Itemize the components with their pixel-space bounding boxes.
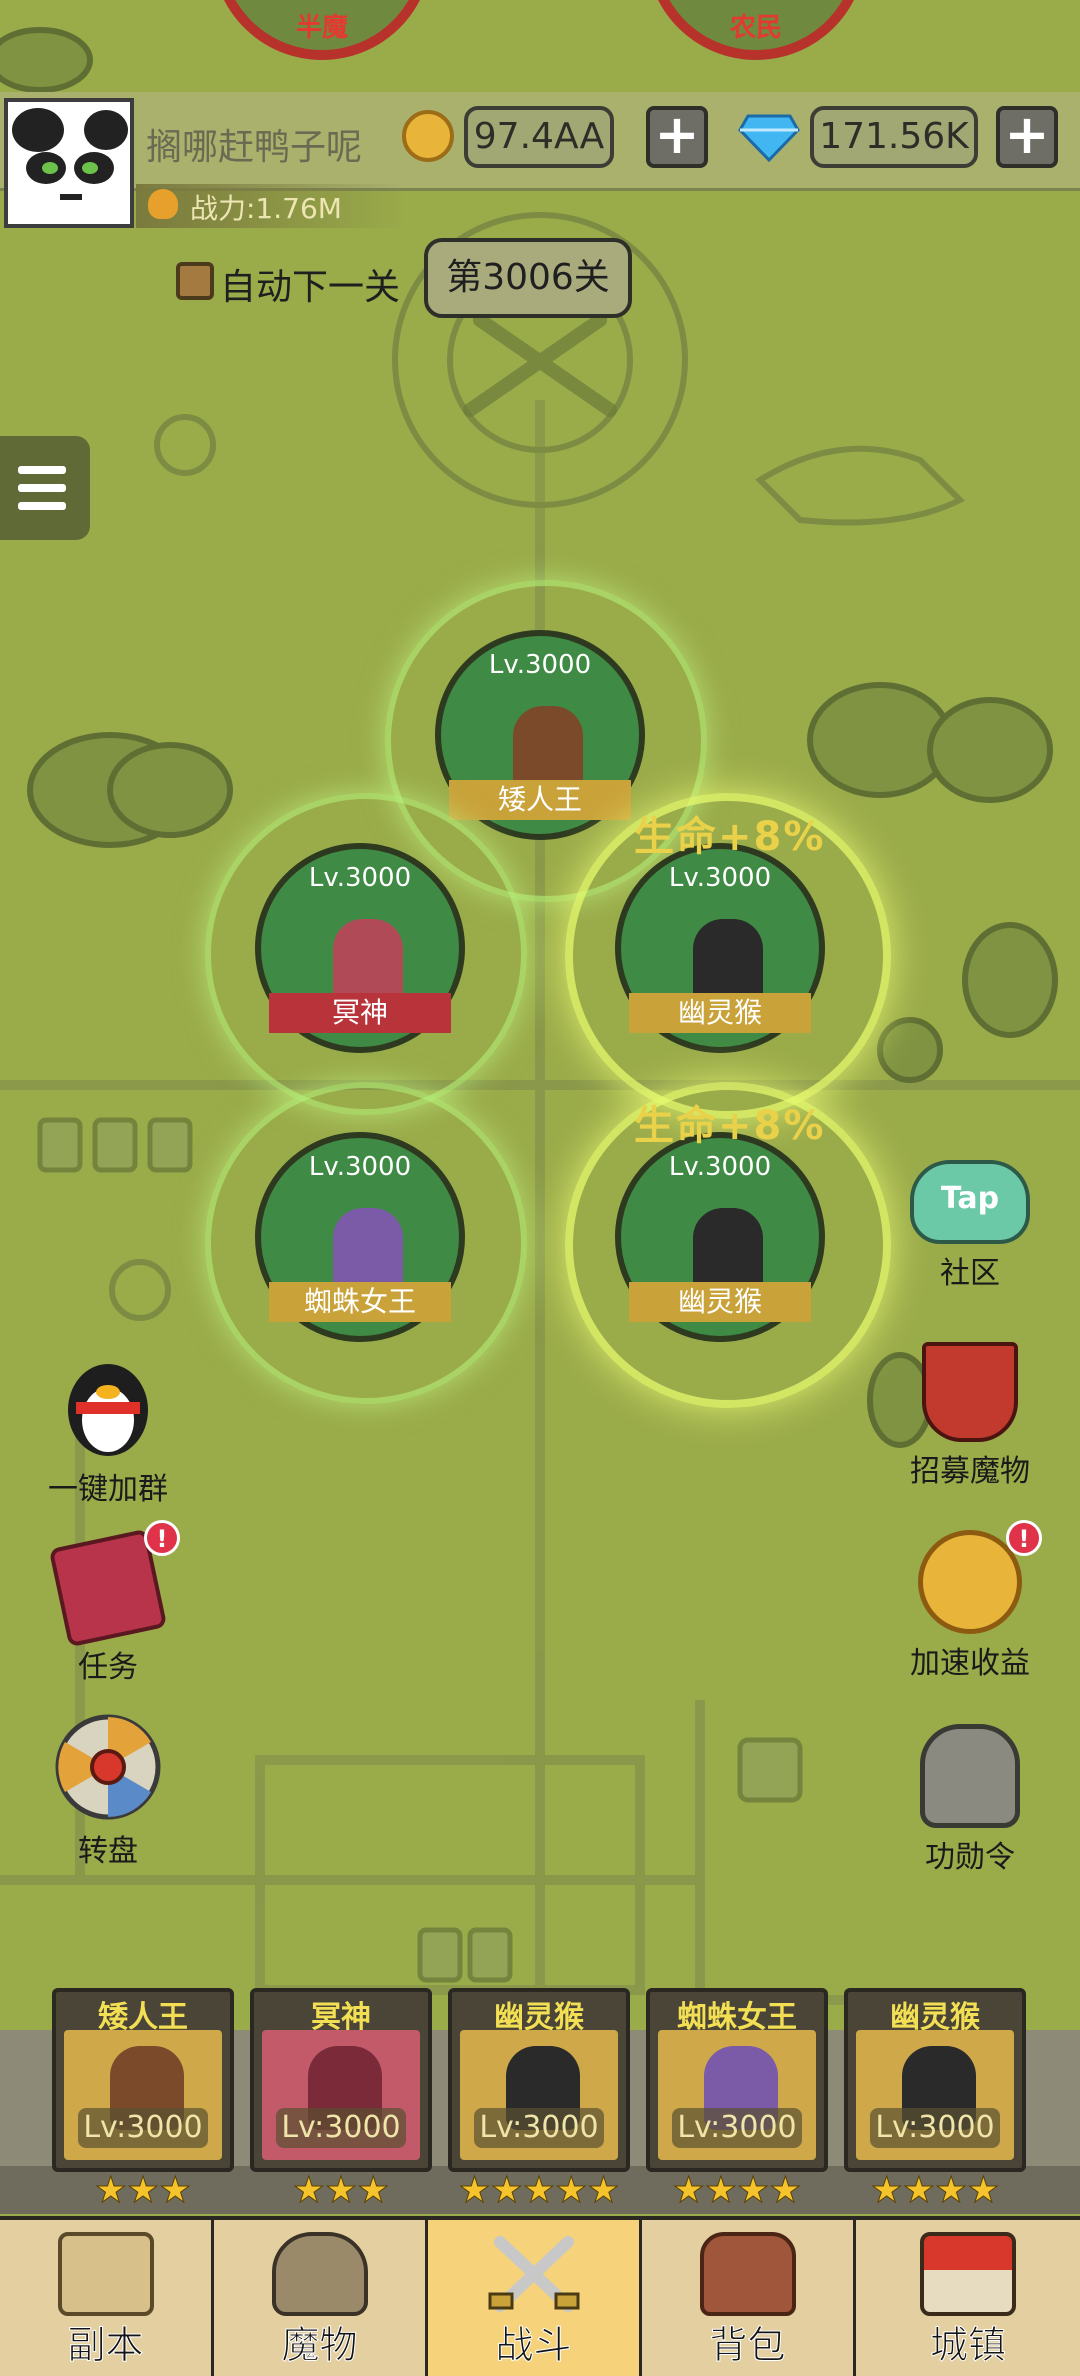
panda-icon: [8, 102, 130, 224]
tab-label: 背包: [709, 2323, 786, 2368]
hero-level: Lv.3000: [488, 650, 592, 680]
lineup-card-level: Lv:3000: [474, 2108, 604, 2148]
lineup-card[interactable]: 幽灵猴 Lv:3000: [448, 1988, 630, 2172]
hero-name-tag: 矮人王: [449, 780, 631, 820]
star-rating: ★★★★: [870, 2170, 1000, 2211]
tab-label: 城镇: [929, 2323, 1006, 2368]
auto-next-label[interactable]: 自动下一关: [220, 258, 400, 310]
formation-slot[interactable]: Lv.3000 冥神: [205, 793, 527, 1115]
crossed-swords-icon: [488, 2236, 579, 2312]
lineup-card-portrait: Lv:3000: [460, 2030, 618, 2160]
wheel-button[interactable]: 转盘: [28, 1712, 188, 1870]
community-label: 社区: [940, 1256, 1000, 1291]
menu-icon-line: [18, 502, 66, 510]
formation-slot[interactable]: Lv.3000 幽灵猴: [565, 793, 891, 1119]
menu-icon-line: [18, 484, 66, 492]
player-name: 搁哪赶鸭子呢: [146, 127, 363, 168]
menu-icon: [18, 466, 66, 474]
hero-name-tag: 蜘蛛女王: [269, 1282, 451, 1322]
recruit-button[interactable]: 招募魔物: [890, 1342, 1050, 1490]
lineup-card[interactable]: 蜘蛛女王 Lv:3000: [646, 1988, 828, 2172]
recruit-label: 招募魔物: [910, 1454, 1030, 1489]
wheel-label: 转盘: [78, 1834, 138, 1869]
merit-order-label: 功勋令: [925, 1840, 1015, 1875]
map-scroll-icon: [57, 2232, 154, 2316]
player-avatar[interactable]: [4, 98, 134, 228]
join-group-button[interactable]: 一键加群: [28, 1350, 188, 1508]
tab-battle[interactable]: 战斗: [428, 2220, 642, 2376]
lineup-card-portrait: Lv:3000: [64, 2030, 222, 2160]
lineup-card[interactable]: 矮人王 Lv:3000: [52, 1988, 234, 2172]
formation-slot[interactable]: Lv.3000 幽灵猴: [565, 1082, 891, 1408]
gold-coin-icon: [402, 110, 454, 162]
lineup-card-level: Lv:3000: [672, 2108, 802, 2148]
tab-label: 副本: [67, 2323, 144, 2368]
stage-button[interactable]: 第3006关: [424, 238, 632, 318]
tab-label: 魔物: [281, 2323, 358, 2368]
hero-name-tag: 冥神: [269, 993, 451, 1033]
hero-level: Lv.3000: [308, 1152, 412, 1182]
monster-helmet-icon: [271, 2232, 368, 2316]
lineup-card-portrait: Lv:3000: [262, 2030, 420, 2160]
menu-button[interactable]: [0, 436, 90, 540]
flame-icon: [148, 189, 178, 219]
enemy-name: 半魔: [295, 13, 348, 43]
tab-town[interactable]: 城镇: [856, 2220, 1080, 2376]
enemy-name: 农民: [729, 13, 782, 43]
lineup-card[interactable]: 幽灵猴 Lv:3000: [844, 1988, 1026, 2172]
helmet-icon: [920, 1724, 1020, 1828]
star-rating: ★★★★: [672, 2170, 802, 2211]
wheel-icon: [55, 1714, 161, 1820]
lineup-card-level: Lv:3000: [276, 2108, 406, 2148]
penguin-icon: [68, 1364, 148, 1456]
tab-label: 战斗: [495, 2323, 572, 2368]
coin-boost-icon: [918, 1530, 1022, 1634]
lineup-card-portrait: Lv:3000: [658, 2030, 816, 2160]
hero-name-tag: 幽灵猴: [629, 1282, 811, 1322]
community-button[interactable]: Tap 社区: [890, 1160, 1050, 1292]
buff-text: 生命+8%: [634, 1103, 826, 1149]
star-rating: ★★★: [94, 2170, 192, 2211]
income-alert-badge: !: [1006, 1520, 1042, 1556]
recruit-banner-icon: [922, 1342, 1018, 1442]
lineup-card-portrait: Lv:3000: [856, 2030, 1014, 2160]
hero-level: Lv.3000: [668, 1152, 772, 1182]
formation-slot[interactable]: Lv.3000 矮人王: [385, 580, 707, 902]
lineup-card-level: Lv:3000: [870, 2108, 1000, 2148]
add-gold-button[interactable]: +: [646, 106, 708, 168]
quest-label: 任务: [78, 1650, 138, 1685]
quest-alert-badge: !: [144, 1520, 180, 1556]
lineup-card[interactable]: 冥神 Lv:3000: [250, 1988, 432, 2172]
combat-power: 战力:1.76M: [190, 192, 342, 225]
hero-name-tag: 幽灵猴: [629, 993, 811, 1033]
star-rating: ★★★: [292, 2170, 390, 2211]
backpack-icon: [699, 2232, 796, 2316]
add-diamond-button[interactable]: +: [996, 106, 1058, 168]
buff-text: 生命+8%: [634, 814, 826, 860]
lineup-card-level: Lv:3000: [78, 2108, 208, 2148]
star-rating: ★★★★★: [458, 2170, 620, 2211]
tap-cloud-icon: Tap: [910, 1160, 1030, 1244]
auto-next-checkbox[interactable]: [176, 262, 214, 300]
diamond-amount: 171.56K: [810, 106, 978, 168]
speedup-income-label: 加速收益: [910, 1646, 1030, 1681]
hero-level: Lv.3000: [668, 863, 772, 893]
tab-backpack[interactable]: 背包: [642, 2220, 856, 2376]
gold-amount: 97.4AA: [464, 106, 614, 168]
formation-slot[interactable]: Lv.3000 蜘蛛女王: [205, 1082, 527, 1404]
quest-button[interactable]: 任务: [28, 1528, 188, 1686]
tab-monsters[interactable]: 魔物: [214, 2220, 428, 2376]
town-house-icon: [920, 2232, 1016, 2316]
hero-level: Lv.3000: [308, 863, 412, 893]
diamond-icon: [738, 114, 800, 162]
tab-dungeon[interactable]: 副本: [0, 2220, 214, 2376]
join-group-label: 一键加群: [48, 1472, 168, 1507]
merit-order-button[interactable]: 功勋令: [890, 1724, 1050, 1876]
